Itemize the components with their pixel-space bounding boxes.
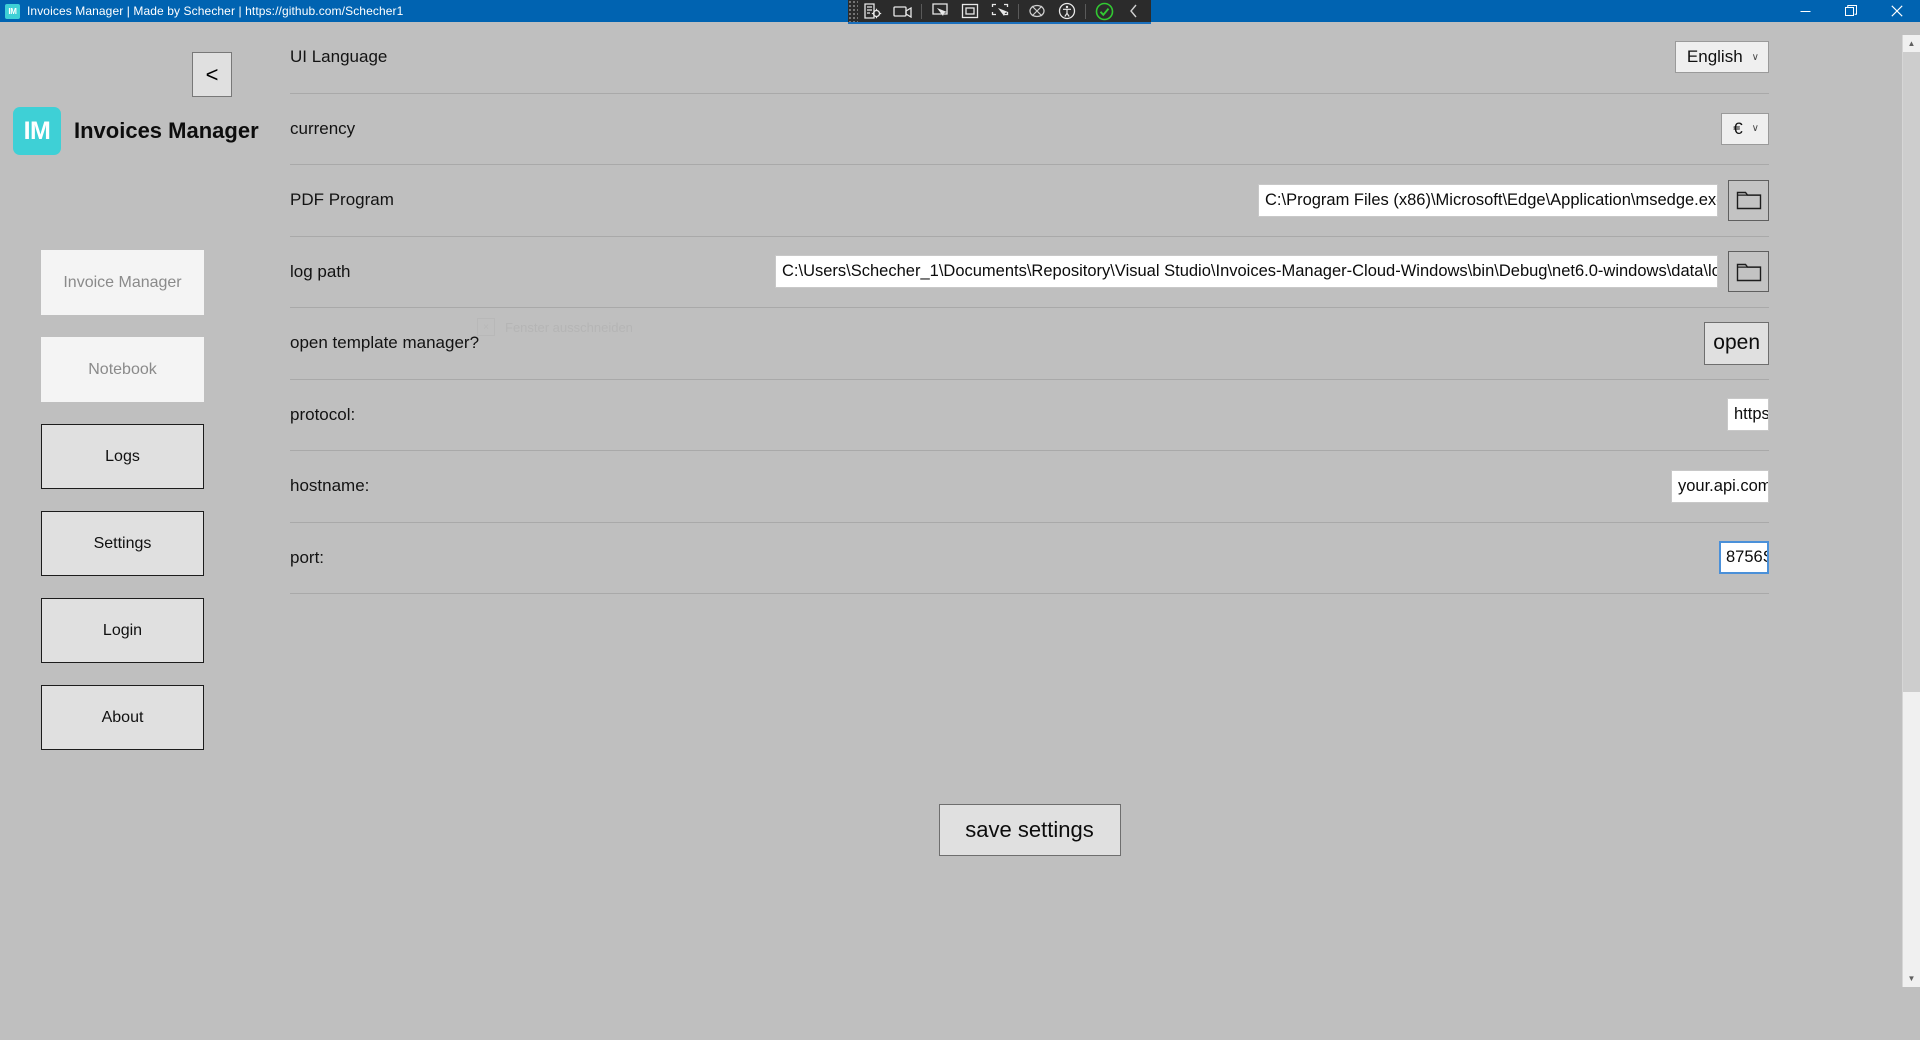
setting-row-log-path: log path C:\Users\Schecher_1\Documents\R… bbox=[290, 237, 1769, 308]
collapse-chevron-icon[interactable] bbox=[1119, 0, 1149, 22]
sidebar-item-login[interactable]: Login bbox=[41, 598, 204, 663]
brand-name: Invoices Manager bbox=[74, 118, 259, 143]
sidebar-item-notebook: Notebook bbox=[41, 337, 204, 402]
toolbar-separator bbox=[921, 3, 922, 19]
toolbar-separator bbox=[1085, 3, 1086, 19]
ui-language-value: English bbox=[1686, 47, 1743, 67]
sidebar-nav: Invoice Manager Notebook Logs Settings L… bbox=[41, 250, 204, 750]
setting-label-hostname: hostname: bbox=[290, 476, 370, 496]
window-title: Invoices Manager | Made by Schecher | ht… bbox=[27, 4, 404, 18]
record-camera-icon[interactable] bbox=[888, 0, 918, 22]
setting-label-pdf-program: PDF Program bbox=[290, 190, 394, 210]
setting-control-pdf-program: C:\Program Files (x86)\Microsoft\Edge\Ap… bbox=[1258, 179, 1769, 221]
back-button[interactable]: < bbox=[192, 52, 232, 97]
scrollbar-track[interactable] bbox=[1903, 52, 1920, 970]
setting-label-currency: currency bbox=[290, 118, 356, 138]
ui-language-select[interactable]: English ∨ bbox=[1674, 41, 1769, 74]
setting-control-log-path: C:\Users\Schecher_1\Documents\Repository… bbox=[775, 251, 1769, 293]
setting-label-template-manager: open template manager? bbox=[290, 333, 480, 353]
port-input-value: 8756S bbox=[1726, 548, 1769, 567]
hostname-input[interactable]: your.api.com bbox=[1671, 469, 1769, 503]
setting-control-template-manager: open bbox=[1704, 321, 1769, 365]
chevron-down-icon: ∨ bbox=[1751, 51, 1759, 63]
setting-row-protocol: protocol: https bbox=[290, 380, 1769, 451]
port-input[interactable]: 8756S bbox=[1719, 541, 1769, 575]
settings-scroll-area: UI Language English ∨ currency € ∨ PDF P… bbox=[290, 22, 1769, 1040]
pdf-program-browse-button[interactable] bbox=[1728, 179, 1769, 221]
log-path-browse-button[interactable] bbox=[1728, 251, 1769, 293]
select-window-icon[interactable] bbox=[955, 0, 985, 22]
setting-control-port: 8756S bbox=[1719, 541, 1769, 575]
pdf-program-input[interactable]: C:\Program Files (x86)\Microsoft\Edge\Ap… bbox=[1258, 183, 1718, 217]
sidebar-item-settings[interactable]: Settings bbox=[41, 511, 204, 576]
setting-row-template-manager: open template manager? open bbox=[290, 308, 1769, 380]
log-path-input[interactable]: C:\Users\Schecher_1\Documents\Repository… bbox=[775, 255, 1718, 289]
folder-icon bbox=[1736, 192, 1761, 210]
minimize-button[interactable] bbox=[1782, 0, 1828, 22]
save-settings-area: save settings bbox=[290, 804, 1769, 856]
settings-panel: × Fenster ausschneiden UI Language Engli… bbox=[245, 22, 1920, 1040]
scroll-down-arrow-icon[interactable]: ▼ bbox=[1903, 970, 1920, 987]
close-button[interactable] bbox=[1874, 0, 1920, 22]
setting-row-ui-language: UI Language English ∨ bbox=[290, 22, 1769, 94]
scroll-up-arrow-icon[interactable]: ▲ bbox=[1903, 35, 1920, 52]
hide-overlay-icon[interactable] bbox=[1022, 0, 1052, 22]
currency-select[interactable]: € ∨ bbox=[1721, 112, 1769, 145]
setting-row-hostname: hostname: your.api.com bbox=[290, 451, 1769, 523]
setting-control-hostname: your.api.com bbox=[1671, 469, 1769, 503]
sidebar-item-invoice-manager: Invoice Manager bbox=[41, 250, 204, 315]
accessibility-icon[interactable] bbox=[1052, 0, 1082, 22]
application-body: IM Invoices Manager Invoice Manager Note… bbox=[0, 22, 1920, 1040]
window-controls bbox=[1782, 0, 1920, 22]
chevron-down-icon: ∨ bbox=[1751, 123, 1759, 135]
restore-button[interactable] bbox=[1828, 0, 1874, 22]
toolbar-separator bbox=[1018, 3, 1019, 19]
brand: IM Invoices Manager bbox=[13, 107, 259, 155]
sidebar-item-logs[interactable]: Logs bbox=[41, 424, 204, 489]
window-title-bar: IM Invoices Manager | Made by Schecher |… bbox=[0, 0, 1920, 24]
sidebar-item-about[interactable]: About bbox=[41, 685, 204, 750]
setting-label-ui-language: UI Language bbox=[290, 47, 388, 67]
setting-row-pdf-program: PDF Program C:\Program Files (x86)\Micro… bbox=[290, 165, 1769, 237]
title-bar-left: IM Invoices Manager | Made by Schecher |… bbox=[0, 3, 404, 19]
folder-icon bbox=[1736, 263, 1761, 281]
setting-row-currency: currency € ∨ bbox=[290, 94, 1769, 165]
protocol-input[interactable]: https bbox=[1727, 398, 1769, 432]
select-cursor-icon[interactable] bbox=[925, 0, 955, 22]
setting-control-protocol: https bbox=[1727, 398, 1769, 432]
toolbar-drag-handle[interactable] bbox=[848, 0, 858, 22]
sidebar: IM Invoices Manager Invoice Manager Note… bbox=[0, 22, 259, 1040]
open-template-manager-button[interactable]: open bbox=[1704, 321, 1769, 365]
confirm-check-icon[interactable] bbox=[1089, 0, 1119, 22]
screen-capture-toolbar[interactable] bbox=[848, 0, 1151, 24]
scrollbar-thumb[interactable] bbox=[1903, 52, 1920, 692]
setting-row-port: port: 8756S bbox=[290, 523, 1769, 594]
currency-value: € bbox=[1733, 118, 1743, 138]
save-settings-button[interactable]: save settings bbox=[938, 804, 1121, 856]
setting-label-log-path: log path bbox=[290, 261, 351, 281]
settings-scrollbar[interactable]: ▲ ▼ bbox=[1902, 35, 1920, 987]
setting-label-protocol: protocol: bbox=[290, 404, 356, 424]
setting-control-ui-language: English ∨ bbox=[1674, 41, 1769, 74]
setting-label-port: port: bbox=[290, 547, 325, 567]
brand-logo-icon: IM bbox=[13, 107, 61, 155]
select-region-icon[interactable] bbox=[985, 0, 1015, 22]
setting-control-currency: € ∨ bbox=[1721, 112, 1769, 145]
capture-settings-icon[interactable] bbox=[858, 0, 888, 22]
app-logo-icon: IM bbox=[5, 3, 20, 19]
